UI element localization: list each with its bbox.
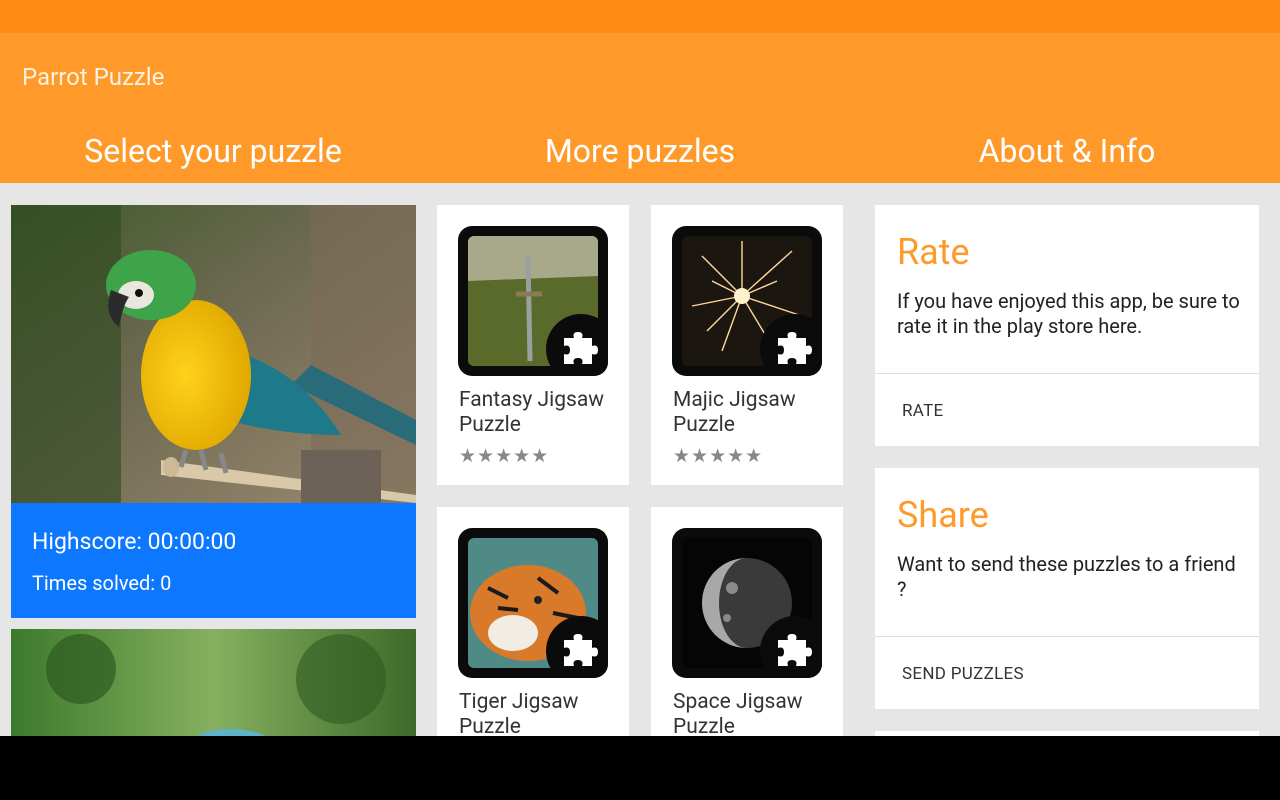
- divider: [875, 636, 1259, 637]
- game-card-majic[interactable]: Majic Jigsaw Puzzle ★★★★★: [651, 205, 843, 485]
- puzzle-card[interactable]: Highscore: 00:00:00 Times solved: 0: [11, 205, 416, 618]
- puzzle-image: [11, 629, 416, 736]
- game-thumbnail: [458, 226, 608, 376]
- game-name: Fantasy Jigsaw Puzzle: [459, 388, 605, 437]
- status-bar: [0, 0, 1280, 33]
- content-area: Highscore: 00:00:00 Times solved: 0 Fant…: [0, 183, 1280, 736]
- rate-title: Rate: [897, 231, 970, 273]
- send-puzzles-button[interactable]: SEND PUZZLES: [902, 664, 1024, 684]
- game-name: Space Jigsaw Puzzle: [673, 690, 803, 736]
- game-card-tiger[interactable]: Tiger Jigsaw Puzzle: [437, 507, 629, 736]
- puzzle-piece-icon: [546, 616, 608, 678]
- rating-stars: ★★★★★: [673, 444, 764, 467]
- app-bar: Parrot Puzzle Select your puzzle More pu…: [0, 33, 1280, 183]
- tab-more-puzzles[interactable]: More puzzles: [427, 132, 853, 170]
- game-name: Majic Jigsaw Puzzle: [673, 388, 796, 437]
- game-name: Tiger Jigsaw Puzzle: [459, 690, 579, 736]
- divider: [875, 373, 1259, 374]
- navigation-bar: [0, 736, 1280, 800]
- highscore: Highscore: 00:00:00: [32, 528, 237, 555]
- puzzle-piece-icon: [546, 314, 608, 376]
- share-title: Share: [897, 494, 989, 536]
- game-card-fantasy[interactable]: Fantasy Jigsaw Puzzle ★★★★★: [437, 205, 629, 485]
- rate-button[interactable]: RATE: [902, 401, 944, 421]
- puzzle-piece-icon: [760, 616, 822, 678]
- puzzle-stats: Highscore: 00:00:00 Times solved: 0: [11, 503, 416, 618]
- game-card-space[interactable]: Space Jigsaw Puzzle: [651, 507, 843, 736]
- share-text: Want to send these puzzles to a friend ?: [897, 552, 1236, 601]
- times-solved: Times solved: 0: [32, 571, 172, 595]
- puzzle-piece-icon: [760, 314, 822, 376]
- tab-about-info[interactable]: About & Info: [854, 132, 1280, 170]
- game-thumbnail: [458, 528, 608, 678]
- rate-text: If you have enjoyed this app, be sure to…: [897, 289, 1240, 338]
- puzzle-card[interactable]: [11, 629, 416, 736]
- share-card: Share Want to send these puzzles to a fr…: [875, 468, 1259, 709]
- tab-select-your-puzzle[interactable]: Select your puzzle: [0, 132, 426, 170]
- game-thumbnail: [672, 528, 822, 678]
- rating-stars: ★★★★★: [459, 444, 550, 467]
- parrot-image: [11, 205, 416, 503]
- game-thumbnail: [672, 226, 822, 376]
- app-title: Parrot Puzzle: [22, 63, 165, 91]
- rate-card: Rate If you have enjoyed this app, be su…: [875, 205, 1259, 446]
